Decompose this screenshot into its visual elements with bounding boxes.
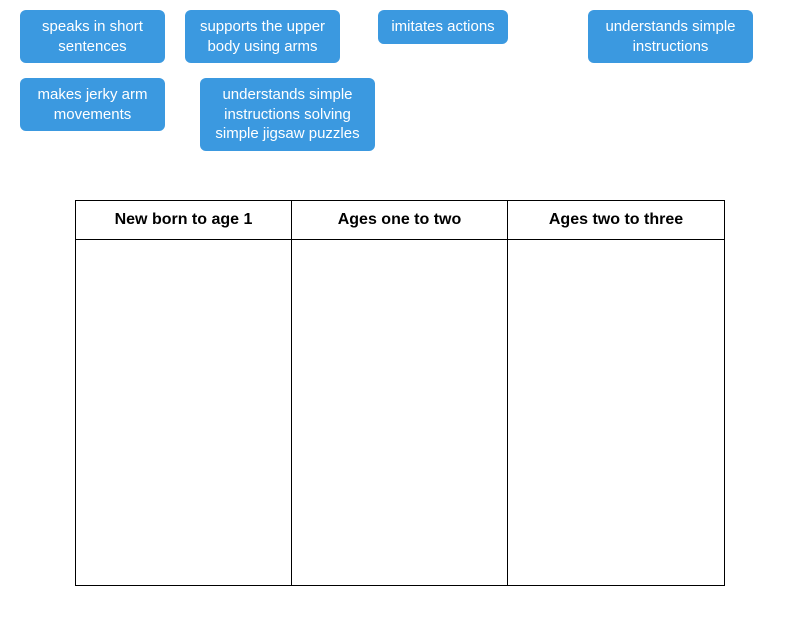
column-age-0-1: New born to age 1	[76, 201, 292, 585]
draggable-card[interactable]: supports the upper body using arms	[185, 10, 340, 63]
draggable-card[interactable]: imitates actions	[378, 10, 508, 44]
column-header: Ages one to two	[292, 201, 507, 240]
draggable-card[interactable]: understands simple instructions	[588, 10, 753, 63]
draggable-card[interactable]: understands simple instructions solving …	[200, 78, 375, 151]
drop-zone-age-1-2[interactable]	[292, 240, 507, 585]
draggable-card[interactable]: makes jerky arm movements	[20, 78, 165, 131]
drop-zone-age-2-3[interactable]	[508, 240, 724, 585]
sorting-table-wrap: New born to age 1 Ages one to two Ages t…	[75, 200, 725, 586]
drop-zone-age-0-1[interactable]	[76, 240, 291, 585]
column-header: New born to age 1	[76, 201, 291, 240]
draggable-card[interactable]: speaks in short sentences	[20, 10, 165, 63]
column-age-2-3: Ages two to three	[508, 201, 724, 585]
sorting-table: New born to age 1 Ages one to two Ages t…	[75, 200, 725, 586]
column-age-1-2: Ages one to two	[292, 201, 508, 585]
column-header: Ages two to three	[508, 201, 724, 240]
